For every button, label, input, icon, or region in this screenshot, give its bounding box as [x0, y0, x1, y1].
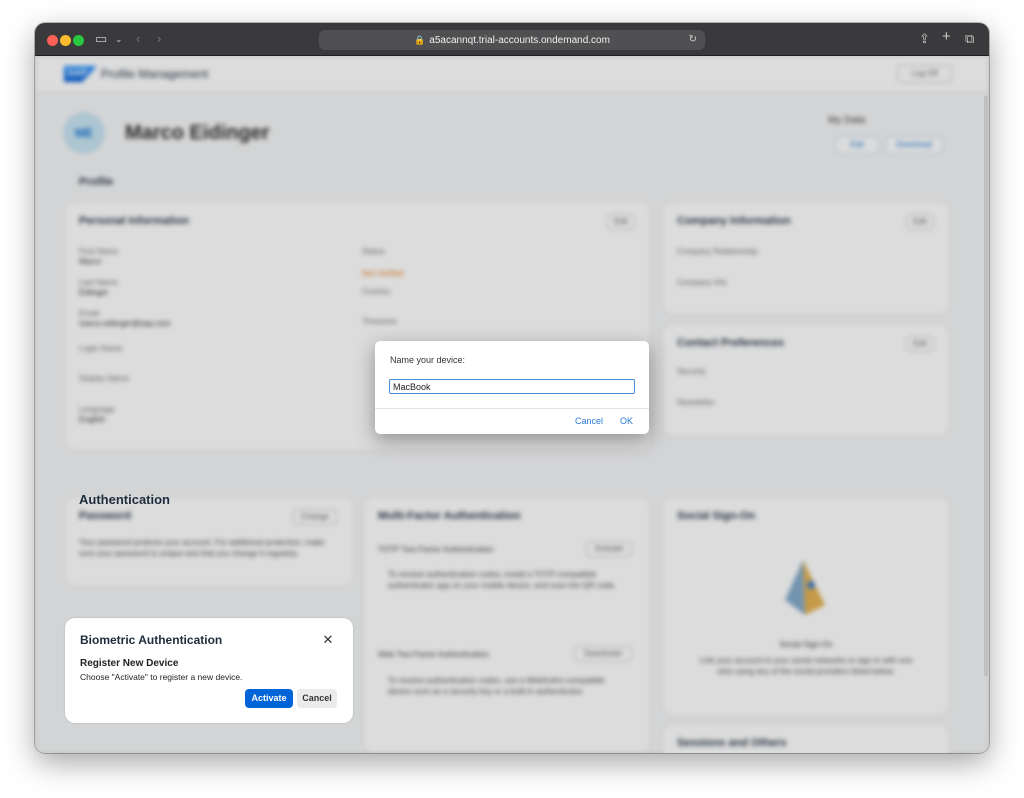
register-device-title: Register New Device — [80, 658, 179, 669]
share-icon[interactable]: ⇪ — [919, 31, 930, 47]
biometric-title: Biometric Authentication — [80, 633, 223, 647]
minimize-window-button[interactable] — [60, 35, 71, 46]
close-icon[interactable]: ✕ — [318, 630, 338, 650]
biometric-auth-card: Biometric Authentication ✕ Register New … — [65, 618, 353, 723]
page-content: SAP Profile Management Log Off ME Marco … — [35, 56, 989, 753]
authentication-section-title: Authentication — [79, 492, 170, 507]
dialog-prompt: Name your device: — [390, 355, 466, 365]
new-tab-icon[interactable]: + — [942, 29, 951, 45]
maximize-window-button[interactable] — [73, 35, 84, 46]
dialog-divider — [375, 408, 649, 409]
name-device-dialog: Name your device: Cancel OK — [375, 341, 649, 434]
forward-icon[interactable]: › — [157, 31, 161, 47]
cancel-button[interactable]: Cancel — [297, 689, 337, 708]
page-scrollbar[interactable] — [984, 96, 988, 676]
chevron-down-icon[interactable]: ⌄ — [115, 31, 123, 47]
device-name-input[interactable] — [389, 379, 635, 394]
back-icon[interactable]: ‹ — [136, 31, 140, 47]
dialog-cancel-button[interactable]: Cancel — [575, 416, 603, 426]
browser-toolbar: ▭ ⌄ ‹ › 🔒 a5acannqt.trial-accounts.ondema… — [35, 23, 989, 56]
reload-icon[interactable]: ↻ — [689, 30, 697, 50]
activate-button[interactable]: Activate — [245, 689, 293, 708]
address-bar[interactable]: 🔒 a5acannqt.trial-accounts.ondemand.com ↻ — [319, 30, 705, 50]
dialog-ok-button[interactable]: OK — [620, 416, 633, 426]
register-device-description: Choose "Activate" to register a new devi… — [80, 672, 243, 682]
lock-icon: 🔒 — [414, 35, 426, 45]
tabs-overview-icon[interactable]: ⧉ — [965, 31, 974, 47]
close-window-button[interactable] — [47, 35, 58, 46]
sidebar-icon[interactable]: ▭ — [95, 31, 107, 47]
url-text: a5acannqt.trial-accounts.ondemand.com — [429, 35, 610, 46]
browser-window: ▭ ⌄ ‹ › 🔒 a5acannqt.trial-accounts.ondema… — [35, 23, 989, 753]
